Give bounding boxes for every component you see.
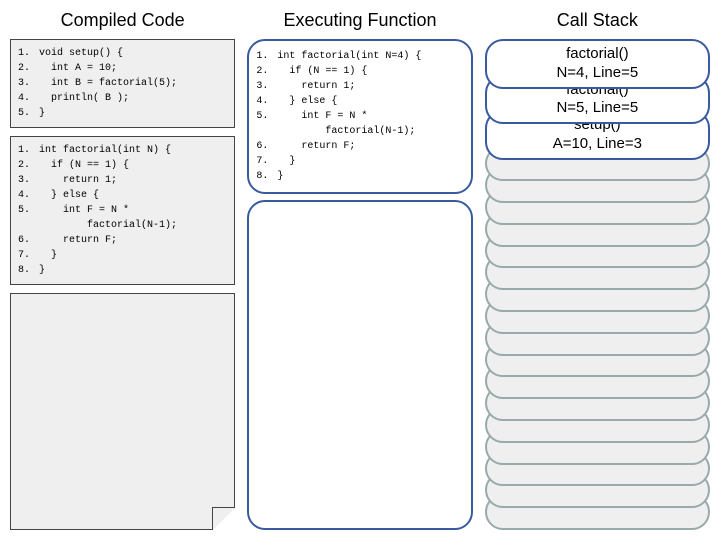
code-block-setup: 1.void setup() {2. int A = 10;3. int B =… bbox=[10, 39, 235, 128]
empty-stack-frame bbox=[485, 342, 710, 378]
empty-stack-frame bbox=[485, 385, 710, 421]
empty-stack-frame bbox=[485, 494, 710, 530]
empty-stack-frame bbox=[485, 472, 710, 508]
executing-function-title: Executing Function bbox=[247, 10, 472, 31]
stack-frame-detail: N=5, Line=5 bbox=[491, 99, 704, 118]
stack-frame-detail: A=10, Line=3 bbox=[491, 135, 704, 154]
call-stack-column: Call Stack factorial() N=4, Line=5 facto… bbox=[485, 10, 710, 530]
empty-stack-frame bbox=[485, 276, 710, 312]
code-block-empty bbox=[10, 293, 235, 530]
stack-frame: factorial() N=4, Line=5 bbox=[485, 39, 710, 89]
call-stack-title: Call Stack bbox=[485, 10, 710, 31]
empty-stack-frame bbox=[485, 233, 710, 269]
empty-stack-frame bbox=[485, 298, 710, 334]
empty-stack-frame bbox=[485, 320, 710, 356]
empty-stack-frame bbox=[485, 189, 710, 225]
code-block-factorial: 1.int factorial(int N) {2. if (N == 1) {… bbox=[10, 136, 235, 285]
empty-stack-frame bbox=[485, 451, 710, 487]
executing-function-frame: 1.int factorial(int N=4) {2. if (N == 1)… bbox=[247, 39, 472, 194]
stack-frame-fn: factorial() bbox=[491, 45, 704, 64]
stack-frame-detail: N=4, Line=5 bbox=[491, 64, 704, 83]
compiled-code-column: Compiled Code 1.void setup() {2. int A =… bbox=[10, 10, 235, 530]
call-stack-area: factorial() N=4, Line=5 factorial() N=5,… bbox=[485, 39, 710, 530]
executing-function-column: Executing Function 1.int factorial(int N… bbox=[247, 10, 472, 530]
empty-stack-frame bbox=[485, 429, 710, 465]
empty-stack-frame bbox=[485, 167, 710, 203]
empty-stack-frame bbox=[485, 363, 710, 399]
empty-stack-frame bbox=[485, 407, 710, 443]
executing-remainder bbox=[247, 200, 472, 530]
empty-stack-frame bbox=[485, 211, 710, 247]
compiled-code-title: Compiled Code bbox=[10, 10, 235, 31]
empty-stack-frame bbox=[485, 254, 710, 290]
